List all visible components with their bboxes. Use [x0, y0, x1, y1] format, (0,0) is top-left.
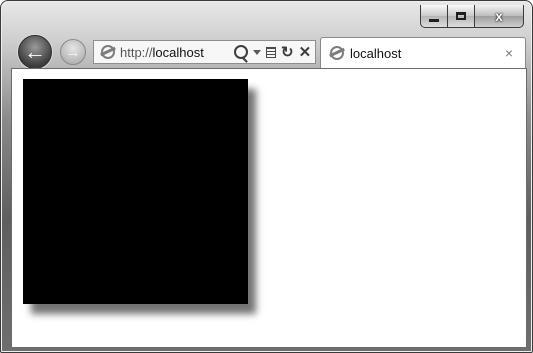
- minimize-icon: [429, 18, 439, 22]
- search-icon[interactable]: [234, 45, 248, 59]
- url-host: localhost: [152, 44, 204, 60]
- ie-tab-icon: [330, 46, 344, 60]
- stop-icon[interactable]: ✕: [299, 45, 312, 60]
- address-bar[interactable]: http://localhost ↻ ✕: [93, 40, 316, 64]
- minimize-button[interactable]: [420, 5, 448, 28]
- refresh-icon[interactable]: ↻: [281, 45, 294, 60]
- url-prefix: http://: [120, 44, 153, 60]
- close-window-button[interactable]: x: [475, 5, 524, 28]
- caption-buttons: x: [420, 5, 524, 29]
- page-content: [11, 68, 527, 348]
- black-square: [23, 79, 248, 304]
- maximize-button[interactable]: [448, 5, 475, 28]
- address-bar-icons: ↻ ✕: [234, 45, 311, 60]
- tab-label: localhost: [350, 45, 402, 61]
- back-arrow-icon: ←: [24, 39, 46, 64]
- browser-window: x ← → http://localhost ↻ ✕ localhost ×: [0, 0, 533, 353]
- back-button[interactable]: ←: [18, 35, 52, 69]
- close-icon: x: [495, 8, 503, 24]
- tab-close-icon[interactable]: ×: [505, 45, 513, 61]
- forward-arrow-icon: →: [65, 43, 81, 61]
- forward-button[interactable]: →: [60, 39, 86, 65]
- tab-localhost[interactable]: localhost ×: [320, 37, 526, 68]
- maximize-icon: [456, 12, 466, 20]
- dropdown-icon[interactable]: [253, 49, 261, 55]
- ie-page-icon: [101, 45, 115, 59]
- url-text[interactable]: http://localhost: [120, 45, 230, 60]
- compatibility-view-icon[interactable]: [266, 46, 276, 58]
